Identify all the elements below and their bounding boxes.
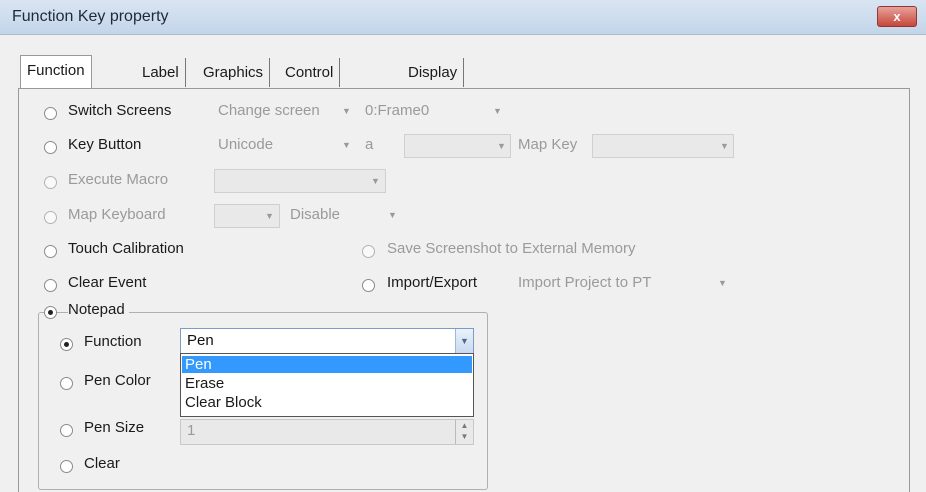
key-char-input[interactable]: a [365,134,395,156]
clear-label: Clear [84,455,120,472]
chevron-down-icon: ▼ [371,176,380,186]
pen-size-label: Pen Size [84,419,145,436]
key-char-value: a [365,136,374,153]
map-keyboard-mode-combo[interactable]: Disable ▼ [290,204,410,226]
touch-calibration-label: Touch Calibration [68,240,184,257]
key-button-label: Key Button [68,136,142,153]
pen-color-label: Pen Color [84,372,151,389]
chevron-down-icon: ▼ [388,210,397,220]
touch-calibration-radio[interactable] [44,245,57,258]
function-option-pen[interactable]: Pen [182,356,472,373]
chevron-down-icon: ▼ [497,141,506,151]
map-key-label: Map Key [518,136,578,153]
pen-color-radio[interactable] [60,377,73,390]
save-screenshot-label: Save Screenshot to External Memory [387,240,636,257]
import-export-combo[interactable]: Import Project to PT ▼ [518,272,738,294]
key-button-radio[interactable] [44,141,57,154]
function-option-erase[interactable]: Erase [182,375,472,392]
chevron-down-icon: ▼ [493,106,502,116]
switch-screens-radio[interactable] [44,107,57,120]
notepad-radio[interactable] [44,306,57,319]
map-key-select[interactable]: ▼ [592,134,734,158]
encoding-combo[interactable]: Unicode ▼ [218,134,358,156]
chevron-down-icon: ▼ [720,141,729,151]
clear-radio[interactable] [60,460,73,473]
switch-screens-label: Switch Screens [68,102,172,119]
macro-select[interactable]: ▼ [214,169,386,193]
close-button[interactable]: x [877,6,917,27]
chevron-down-icon[interactable]: ▼ [455,329,473,353]
function-select-value: Pen [187,332,214,349]
chevron-down-icon: ▼ [265,211,274,221]
tab-display-setting[interactable]: Display Setting [402,58,465,110]
pen-size-radio[interactable] [60,424,73,437]
pen-size-spinner[interactable]: 1 ▲ ▼ [180,419,474,445]
function-radio[interactable] [60,338,73,351]
function-dropdown-list: Pen Erase Clear Block [180,353,474,417]
tab-control-setting[interactable]: Control Setting [279,58,341,110]
change-screen-value: Change screen [218,102,320,119]
tab-label[interactable]: Label [136,58,186,87]
chevron-down-icon: ▼ [342,140,351,150]
function-label: Function [84,333,142,350]
map-keyboard-mode-value: Disable [290,206,341,223]
pen-size-value: 1 [187,422,196,439]
import-export-radio[interactable] [362,279,375,292]
clear-event-label: Clear Event [68,274,147,291]
chevron-down-icon: ▼ [342,106,351,116]
function-option-clear-block[interactable]: Clear Block [182,394,472,411]
window-title: Function Key property [12,8,169,25]
change-screen-combo[interactable]: Change screen ▼ [218,100,358,122]
execute-macro-radio[interactable] [44,176,57,189]
map-keyboard-label: Map Keyboard [68,206,166,223]
spinner-arrows-icon[interactable]: ▲ ▼ [455,420,473,444]
import-export-label: Import/Export [387,274,478,291]
map-keyboard-select[interactable]: ▼ [214,204,280,228]
notepad-label: Notepad [68,301,129,318]
clear-event-radio[interactable] [44,279,57,292]
frame-value: 0:Frame0 [365,102,430,119]
key-select[interactable]: ▼ [404,134,511,158]
execute-macro-label: Execute Macro [68,171,169,188]
tab-graphics[interactable]: Graphics [197,58,271,87]
title-bar: Function Key property x [0,0,926,35]
save-screenshot-radio[interactable] [362,245,375,258]
encoding-value: Unicode [218,136,274,153]
import-export-value: Import Project to PT [518,274,652,291]
map-keyboard-radio[interactable] [44,211,57,224]
frame-combo[interactable]: 0:Frame0 ▼ [365,100,505,122]
chevron-down-icon: ▼ [718,278,727,288]
function-select[interactable]: Pen ▼ [180,328,474,354]
tab-function-key[interactable]: Function Key [20,55,92,108]
